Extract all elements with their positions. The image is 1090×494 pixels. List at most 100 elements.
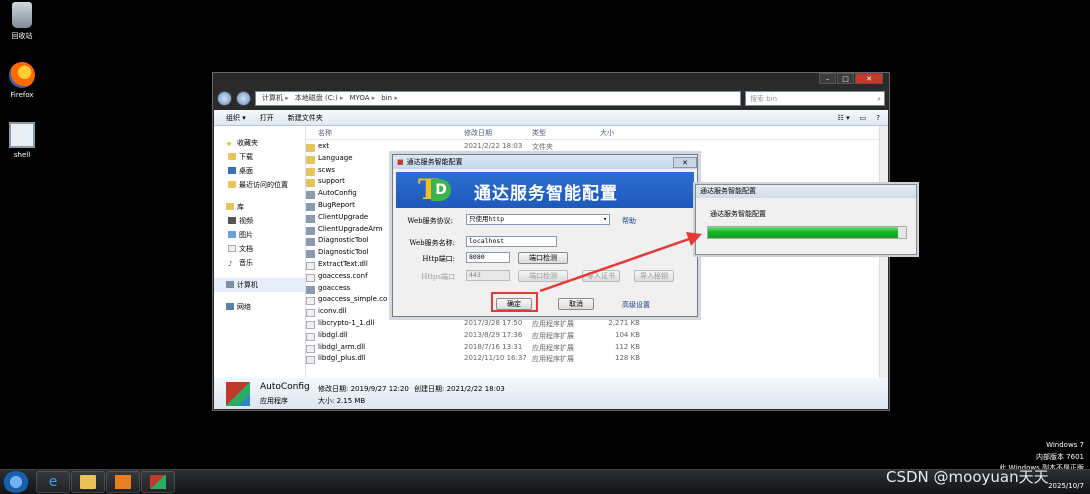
https-port-check-button[interactable]: 端口检测 xyxy=(518,270,568,282)
maximize-button[interactable]: □ xyxy=(837,73,854,84)
application-icon xyxy=(306,285,315,294)
file-name: ClientUpgradeArm xyxy=(318,224,383,233)
advanced-settings-link[interactable]: 高级设置 xyxy=(622,300,650,310)
search-icon[interactable]: ⌕ xyxy=(877,92,881,106)
file-row[interactable]: libdgl_arm.dll 2018/7/16 13:31 应用程序扩展 112 K… xyxy=(306,343,888,355)
recycle-bin-icon xyxy=(12,2,32,28)
taskbar-ie[interactable]: e xyxy=(36,471,70,493)
cancel-button[interactable]: 取消 xyxy=(558,298,594,310)
breadcrumb-drive[interactable]: 本地磁盘 (C:) xyxy=(295,93,344,103)
taskbar-autoconfig[interactable] xyxy=(141,471,175,493)
file-name: BugReport xyxy=(318,201,355,209)
breadcrumb-computer[interactable]: 计算机 xyxy=(262,93,289,103)
new-folder-button[interactable]: 新建文件夹 xyxy=(288,113,323,123)
nav-label: 库 xyxy=(237,203,244,211)
nav-item-downloads[interactable]: 下载 xyxy=(214,150,305,164)
file-name: support xyxy=(318,177,345,186)
nav-label: 收藏夹 xyxy=(237,139,258,147)
column-header-size[interactable]: 大小 xyxy=(600,128,614,138)
download-icon xyxy=(228,153,236,160)
file-icon xyxy=(306,321,315,329)
file-type: 应用程序扩展 xyxy=(532,343,574,352)
column-header-name[interactable]: 名称 xyxy=(318,128,332,138)
file-icon xyxy=(306,297,315,306)
preview-pane-icon[interactable]: ▭ xyxy=(860,114,867,122)
help-icon[interactable]: ? xyxy=(876,114,880,122)
import-key-button[interactable]: 导入秘钥 xyxy=(634,270,674,282)
desktop-icon-firefox[interactable]: Firefox xyxy=(0,62,44,99)
open-button[interactable]: 打开 xyxy=(260,113,274,123)
nav-label: 文档 xyxy=(239,245,253,253)
clock-date[interactable]: 2025/10/7 xyxy=(1048,482,1084,490)
import-cert-button[interactable]: 导入证书 xyxy=(582,270,620,282)
nav-item-pictures[interactable]: 图片 xyxy=(214,228,305,242)
minimize-button[interactable]: – xyxy=(819,73,836,84)
https-port-field[interactable]: 443 xyxy=(466,270,510,281)
taskbar-media-player[interactable] xyxy=(106,471,140,493)
nav-favorites[interactable]: ★ 收藏夹 xyxy=(214,136,305,150)
protocol-select[interactable]: 只使用http ▾ xyxy=(466,214,610,225)
star-icon: ★ xyxy=(226,140,233,148)
file-name: libcrypto-1_1.dll xyxy=(318,319,375,327)
column-header-date[interactable]: 修改日期 xyxy=(464,128,492,138)
search-placeholder: 搜索 bin xyxy=(750,94,778,103)
nav-item-videos[interactable]: 视频 xyxy=(214,214,305,228)
details-modified: 修改日期: 2019/9/27 12:20 xyxy=(318,385,409,393)
file-row[interactable]: libdgl.dll 2013/8/29 17:36 应用程序扩展 104 KB xyxy=(306,331,888,343)
address-bar[interactable]: 计算机 本地磁盘 (C:) MYOA bin xyxy=(255,90,741,106)
file-date: 2021/2/22 18:03 xyxy=(464,142,523,150)
config-dialog: ■ 通达服务智能配置 ✕ T D 通达服务智能配置 Web服务协议: 只使用ht… xyxy=(392,154,698,317)
view-options-icon[interactable]: ☷ ▾ xyxy=(838,114,850,122)
chevron-down-icon: ▾ xyxy=(603,215,607,223)
nav-libraries[interactable]: 库 xyxy=(214,200,305,214)
nav-network[interactable]: 网络 xyxy=(214,300,305,314)
taskbar-explorer[interactable] xyxy=(71,471,105,493)
nav-item-desktop[interactable]: 桌面 xyxy=(214,164,305,178)
breadcrumb-bin[interactable]: bin xyxy=(381,94,398,102)
search-input[interactable]: 搜索 bin ⌕ xyxy=(745,90,885,106)
organize-menu[interactable]: 组织 ▾ xyxy=(226,113,246,123)
navigation-pane: ★ 收藏夹 下载 桌面 最近访问的位置 库 视频 图片 文档 ♪ 音乐 计算机 网络 xyxy=(214,126,306,378)
file-name: libdgl_arm.dll xyxy=(318,342,366,351)
nav-item-recent[interactable]: 最近访问的位置 xyxy=(214,178,305,192)
forward-button[interactable] xyxy=(236,90,251,106)
help-link[interactable]: 帮助 xyxy=(622,216,636,226)
library-icon xyxy=(226,203,234,210)
breadcrumb-myoa[interactable]: MYOA xyxy=(349,94,375,102)
http-port-check-button[interactable]: 端口检测 xyxy=(518,252,568,264)
close-icon[interactable]: ✕ xyxy=(673,156,697,168)
autoconfig-app-icon xyxy=(226,382,250,406)
server-name-field[interactable]: localhost xyxy=(466,236,557,247)
progress-dialog-title: 通达服务智能配置 xyxy=(696,185,916,198)
nav-computer[interactable]: 计算机 xyxy=(214,278,305,292)
file-row[interactable]: ext 2021/2/22 18:03 文件夹 xyxy=(306,142,888,154)
file-row[interactable]: libdgl_plus.dll 2012/11/10 16:37 应用程序扩展 128… xyxy=(306,354,888,366)
desktop-icon-label: shell xyxy=(13,151,31,159)
protocol-selected-value: 只使用http xyxy=(469,215,505,223)
nav-label: 下载 xyxy=(239,153,253,161)
nav-item-documents[interactable]: 文档 xyxy=(214,242,305,256)
computer-icon xyxy=(226,281,234,288)
nav-label: 图片 xyxy=(239,231,253,239)
file-name: goaccess_simple.co xyxy=(318,295,388,304)
recent-places-icon xyxy=(228,181,236,188)
file-row[interactable]: libcrypto-1_1.dll 2017/3/28 17:50 应用程序扩展 2,… xyxy=(306,319,888,331)
application-icon xyxy=(306,191,315,200)
column-header-type[interactable]: 类型 xyxy=(532,128,546,138)
nav-item-music[interactable]: ♪ 音乐 xyxy=(214,256,305,270)
desktop-icon-recycle-bin[interactable]: 回收站 xyxy=(0,2,44,41)
back-button[interactable] xyxy=(217,90,232,106)
music-icon: ♪ xyxy=(228,260,233,268)
http-port-field[interactable]: 8080 xyxy=(466,252,510,263)
start-button[interactable] xyxy=(3,471,29,493)
desktop-icon-shell[interactable]: shell xyxy=(0,122,44,159)
file-date: 2017/3/28 17:50 xyxy=(464,319,523,327)
csdn-watermark: CSDN @mooyuan天天 xyxy=(886,468,1049,486)
network-icon xyxy=(226,303,234,310)
file-date: 2018/7/16 13:31 xyxy=(464,342,523,351)
close-button[interactable]: ✕ xyxy=(855,73,883,84)
file-icon xyxy=(306,332,315,341)
progress-dialog: 通达服务智能配置 通达服务智能配置 xyxy=(695,184,917,255)
file-size: 112 KB xyxy=(615,342,640,351)
banner-title: 通达服务智能配置 xyxy=(474,184,618,204)
